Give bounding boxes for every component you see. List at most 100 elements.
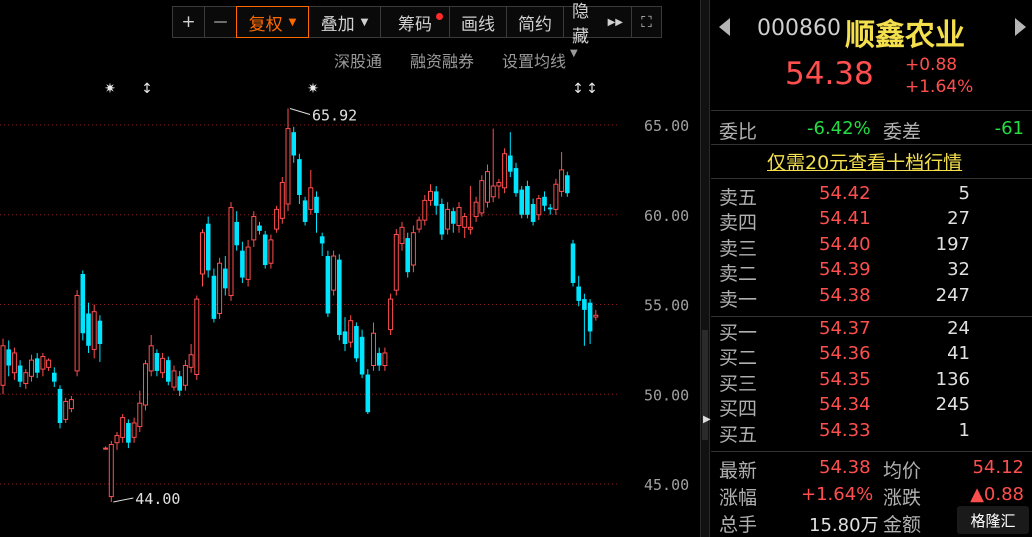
stock-name: 顺鑫农业 [845,18,965,53]
candle-body [462,216,468,228]
candle-body [445,208,451,230]
candle-body [194,298,200,376]
order-book-label: 卖三 [719,237,758,260]
candle-body [63,400,69,420]
avg-value: 54.12 [972,457,1024,478]
zoom-out-button[interactable]: — [204,6,237,38]
order-book-row[interactable]: 卖二 54.39 32 [711,259,1032,285]
candle-body [508,155,513,172]
divider-line [711,451,1032,452]
quote-panel: 000860 顺鑫农业 54.38 +0.88 +1.64% 委比 -6.42%… [711,0,1032,537]
weicha-value: -61 [994,118,1024,139]
candle-body [467,226,473,230]
high-price-label: 65.92 [312,106,357,124]
event-marker-icon: ↕ [141,81,153,97]
yincang-button[interactable]: 隐藏 ▶▶ [563,2,632,47]
candle-body [399,226,405,244]
zoom-in-button[interactable]: + [172,6,205,38]
candle-body [565,175,570,194]
zongshou-value: 15.80万 [809,515,879,536]
candle-body [513,168,519,194]
event-marker-icon: ↕ [572,81,584,97]
order-book-row[interactable]: 卖一 54.38 247 [711,284,1032,311]
candle-body [428,190,433,201]
zhangfu-value: +1.64% [801,484,874,505]
candle-body [68,399,74,410]
panel-divider[interactable]: ▶ [700,0,711,537]
candle-body [582,299,587,310]
divider-line [711,316,1032,317]
candle-body [0,345,6,386]
candle-body [97,320,103,344]
candle-body [126,422,131,443]
candle-body [11,352,17,374]
candle-body [29,359,34,377]
candle-body [405,238,410,273]
shengutong-link[interactable]: 深股通 [334,48,382,72]
low-price-label: 44.00 [135,490,180,508]
weibi-label: 委比 [719,121,758,143]
caret-down-icon: ▼ [570,48,578,59]
candle-body [103,447,109,450]
candle-body [576,286,581,301]
candle-body [143,363,148,406]
candle-body [108,444,114,498]
fullscreen-button[interactable]: ⛶ [631,6,662,38]
order-book-row[interactable]: 买一 54.37 24 [711,318,1032,344]
order-book-row[interactable]: 买四 54.34 245 [711,394,1032,420]
stock-code: 000860 [757,16,841,41]
candle-body [228,207,234,297]
candle-body [354,326,359,359]
fuquan-dropdown[interactable]: 复权 ▼ [236,6,309,38]
candle-body [376,352,382,366]
candle-body [302,200,308,222]
order-book-vol: 245 [935,394,970,416]
order-book-row[interactable]: 卖三 54.40 197 [711,233,1032,260]
candle-body [422,199,428,221]
y-tick-label: 45.00 [644,476,689,494]
ten-level-promo-link[interactable]: 仅需20元查看十档行情 [767,148,962,175]
candle-body [262,234,268,266]
collapse-arrow-icon[interactable]: ▶ [703,414,711,425]
order-book-price: 54.42 [819,183,871,204]
diejia-dropdown[interactable]: 叠加 ▼ [308,6,381,38]
candle-body [388,298,394,331]
weicha-label: 委差 [883,121,922,143]
zhangdie-value: ▲0.88 [970,484,1024,505]
order-book-vol: 247 [935,284,970,306]
next-stock-icon[interactable] [1015,18,1026,36]
order-book-vol: 27 [947,208,970,230]
order-book-label: 买三 [719,372,758,395]
order-book-row[interactable]: 卖四 54.41 27 [711,208,1032,234]
order-book-vol: 5 [958,183,970,204]
kline-chart[interactable]: 65.0060.0055.0050.0045.0065.9244.00✷ ↕ ✷ ↕ ↕ [0,0,700,537]
candle-body [451,211,456,224]
zhangfu-label: 涨幅 [719,487,758,509]
candle-body [593,314,599,318]
shezhi-junxian-dropdown[interactable]: 设置均线 [502,48,566,72]
order-book-vol: 197 [935,233,970,255]
order-book-row[interactable]: 买五 54.33 1 [711,420,1032,446]
candle-body [46,359,52,368]
chart-toolbar: + — 复权 ▼ 叠加 ▼ 筹码 画线 简约 隐藏 ▶▶ ⛶ [172,2,662,47]
rongzi-link[interactable]: 融资融券 [410,48,474,72]
candle-body [86,313,91,346]
chouma-button[interactable]: 筹码 [380,6,450,38]
kline-chart-pane[interactable]: 65.00 60.00 55.00 50.00 45.00 65.92 44.00 ✷ ↕ ✷ ↕ ↕… [0,0,700,537]
candle-body [131,422,137,438]
order-book-row[interactable]: 卖五 54.42 5 [711,183,1032,209]
jianyue-button[interactable]: 简约 [506,6,564,38]
huaxian-button[interactable]: 画线 [449,6,507,38]
event-marker-icon: ↕ [586,81,598,97]
order-book-price: 54.41 [819,208,871,230]
prev-stock-icon[interactable] [719,18,730,36]
order-book-row[interactable]: 买二 54.36 41 [711,343,1032,369]
low-arrow [113,497,134,503]
weibi-value: -6.42% [807,118,871,139]
order-book-price: 54.37 [819,318,871,339]
fullscreen-icon: ⛶ [641,13,652,31]
candle-body [40,356,46,370]
divider-line [711,144,1032,145]
order-book-row[interactable]: 买三 54.35 136 [711,369,1032,395]
candle-body [240,250,245,278]
